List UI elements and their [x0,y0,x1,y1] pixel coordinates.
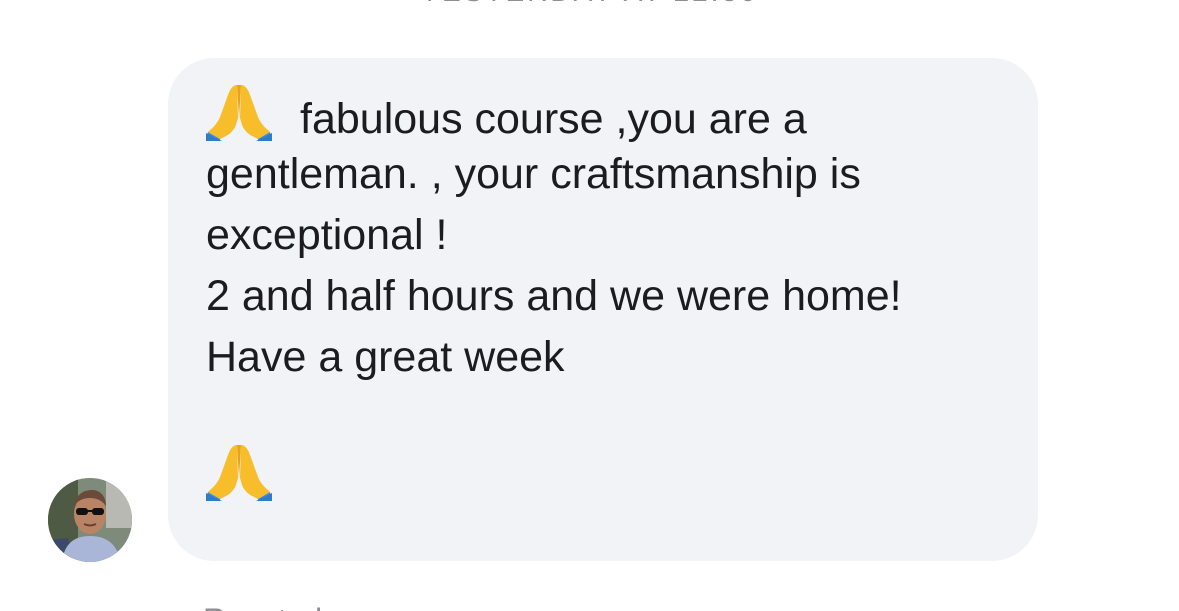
message-line: 2 and half hours and we were home! [206,272,902,320]
footer-area: Reacted [0,600,1179,611]
message-line: Have a great week [206,333,565,381]
folded-hands-icon [206,443,272,501]
message-timestamp: YESTERDAY AT 22:30 [0,0,1179,8]
message-bubble[interactable]: fabulous course ,you are a gentleman. , … [168,58,1038,561]
message-line: exceptional ! [206,211,448,259]
message-line [206,443,1008,513]
timestamp-area: YESTERDAY AT 22:30 [0,0,1179,8]
folded-hands-icon [206,83,272,141]
message-line: gentleman. , your craftsmanship is [206,150,861,198]
reaction-label: Reacted [203,602,322,611]
avatar[interactable] [48,478,132,562]
message-line: fabulous course ,you are a [206,83,1008,144]
message-text: fabulous course ,you are a [300,95,807,143]
